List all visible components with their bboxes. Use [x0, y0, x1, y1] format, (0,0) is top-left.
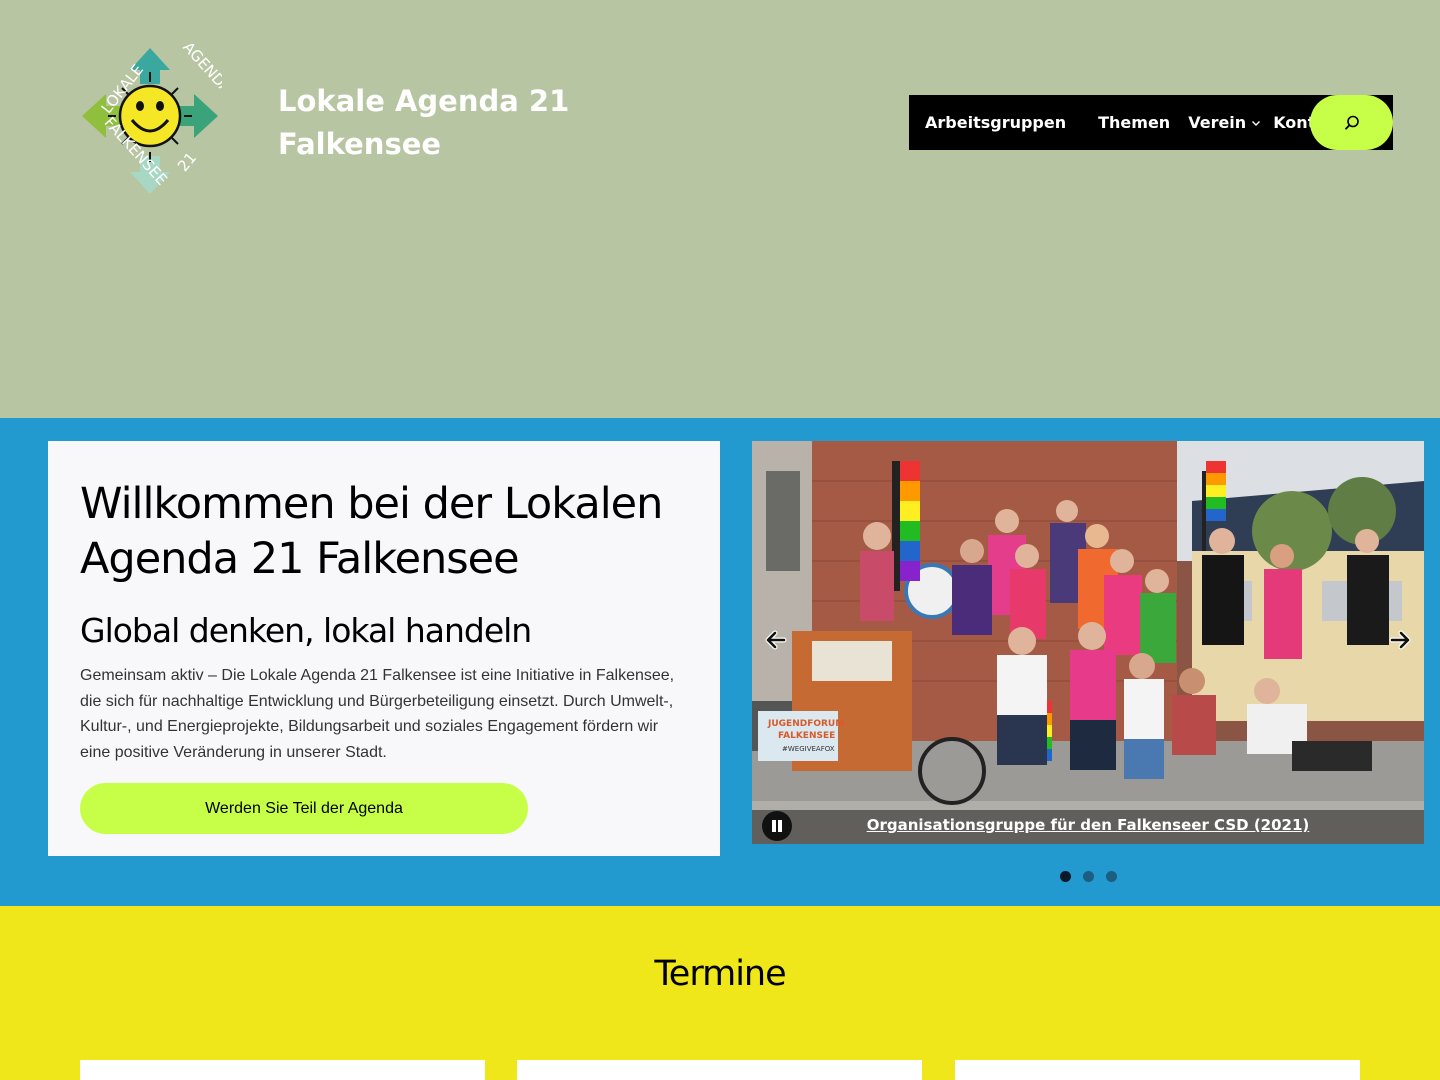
site-header: LOKALE AGENDA FALKENSEE 21 Lokale Agenda… — [0, 0, 1440, 418]
nav-item-label: Verein — [1188, 113, 1247, 132]
event-card[interactable] — [955, 1060, 1360, 1080]
main-navigation: Arbeitsgruppen Themen Verein Kontakt — [909, 95, 1393, 150]
svg-text:AGENDA: AGENDA — [179, 44, 222, 98]
hero-card: Willkommen bei der Lokalen Agenda 21 Fal… — [48, 441, 720, 856]
site-title[interactable]: Lokale Agenda 21 Falkensee — [278, 80, 608, 166]
slider-dot-1[interactable] — [1060, 871, 1071, 882]
svg-text:#WEGIVEAFOX: #WEGIVEAFOX — [782, 745, 835, 753]
arrow-left-icon — [765, 630, 787, 650]
slider-dot-3[interactable] — [1106, 871, 1117, 882]
nav-item-arbeitsgruppen[interactable]: Arbeitsgruppen — [925, 113, 1066, 132]
slide-photo: JUGENDFORUM FALKENSEE #WEGIVEAFOX — [752, 441, 1424, 844]
slider-next-button[interactable] — [1382, 622, 1418, 658]
slide-caption-bar: Organisationsgruppe für den Falkenseer C… — [752, 810, 1424, 844]
image-slider[interactable]: JUGENDFORUM FALKENSEE #WEGIVEAFOX Organi… — [752, 441, 1424, 844]
nav-item-verein[interactable]: Verein — [1188, 113, 1261, 132]
arrow-right-icon — [1389, 630, 1411, 650]
svg-text:JUGENDFORUM: JUGENDFORUM — [767, 719, 844, 729]
svg-text:FALKENSEE: FALKENSEE — [778, 731, 835, 741]
search-icon — [1344, 115, 1359, 130]
join-agenda-button[interactable]: Werden Sie Teil der Agenda — [80, 783, 528, 835]
svg-text:21: 21 — [174, 149, 200, 175]
nav-item-themen[interactable]: Themen — [1098, 113, 1170, 132]
event-card[interactable] — [80, 1060, 485, 1080]
hero-description: Gemeinsam aktiv – Die Lokale Agenda 21 F… — [80, 667, 675, 761]
chevron-down-icon — [1252, 120, 1261, 126]
site-title-line1: Lokale Agenda 21 — [278, 84, 570, 118]
hero-subtitle: Global denken, lokal handeln — [80, 611, 532, 650]
hero-section: Willkommen bei der Lokalen Agenda 21 Fal… — [0, 418, 1440, 906]
events-title: Termine — [654, 954, 786, 994]
nav-item-label: Arbeitsgruppen — [925, 113, 1067, 132]
hero-title: Willkommen bei der Lokalen Agenda 21 Fal… — [80, 479, 663, 584]
slide-caption-link[interactable]: Organisationsgruppe für den Falkenseer C… — [752, 816, 1424, 834]
slider-dots — [1060, 871, 1117, 882]
site-logo[interactable]: LOKALE AGENDA FALKENSEE 21 — [72, 38, 236, 199]
site-title-line2: Falkensee — [278, 127, 442, 161]
search-button[interactable] — [1310, 95, 1393, 150]
events-section: Termine — [0, 906, 1440, 1080]
logo-graphic: LOKALE AGENDA FALKENSEE 21 — [82, 38, 236, 194]
event-card[interactable] — [517, 1060, 922, 1080]
nav-item-label: Themen — [1098, 113, 1171, 132]
slider-prev-button[interactable] — [758, 622, 794, 658]
slider-dot-2[interactable] — [1083, 871, 1094, 882]
